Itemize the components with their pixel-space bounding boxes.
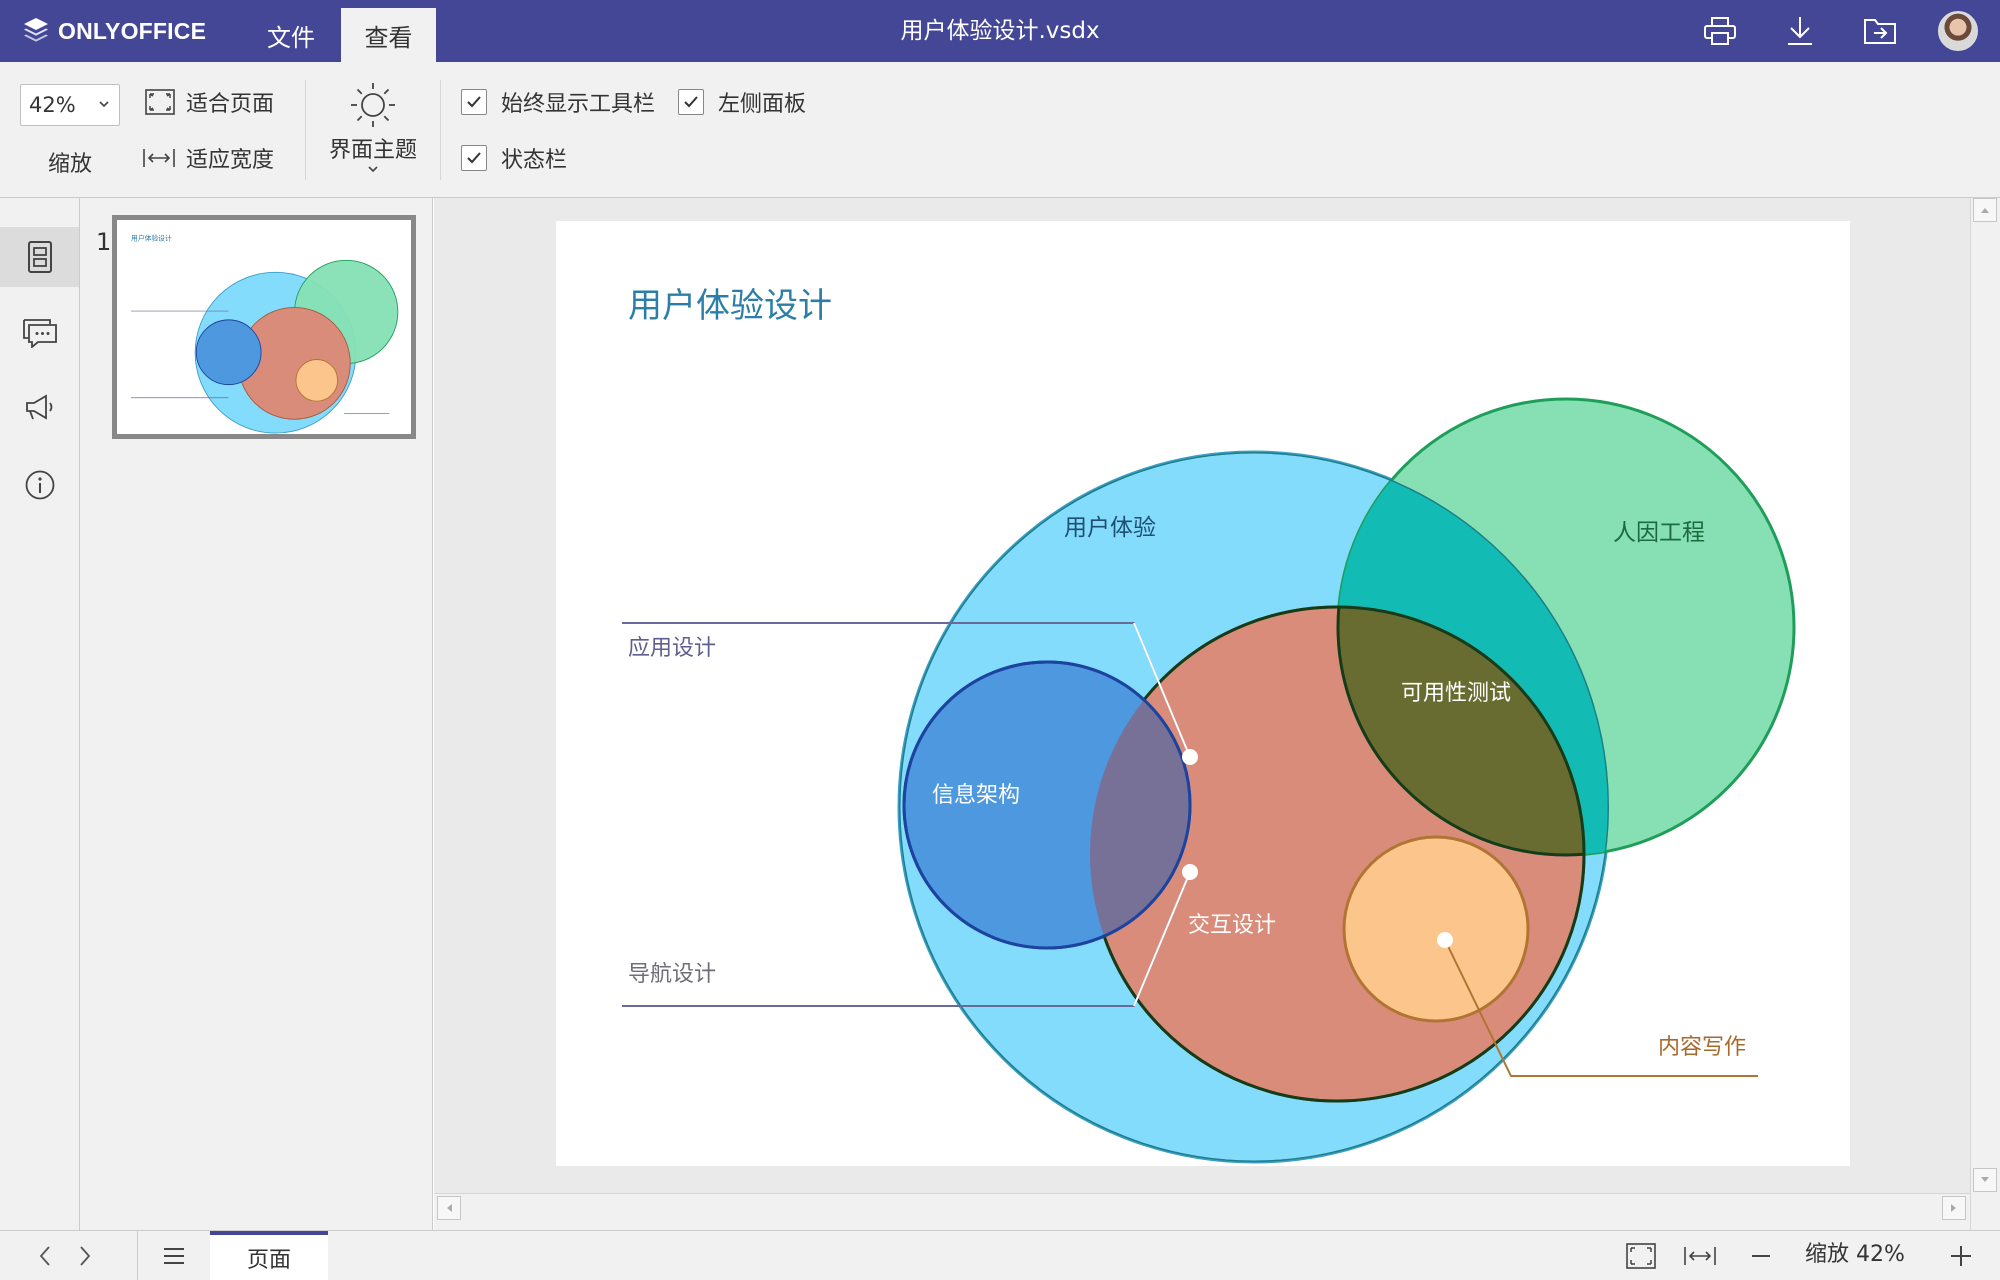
nav-design-dot — [1182, 864, 1198, 880]
human-factors-label: 人因工程 — [1613, 520, 1705, 546]
fit-page-button[interactable]: 适合页面 — [144, 84, 274, 120]
horizontal-scrollbar[interactable] — [434, 1193, 1970, 1230]
diagram-page[interactable]: 用户体验设计 用户体验 人因工程 可用性测试 信息架构 交互设计 应用设计 导航… — [556, 221, 1850, 1166]
interface-theme-label: 界面主题 — [328, 138, 417, 163]
zoom-select[interactable]: 42% — [20, 84, 120, 126]
next-page-button[interactable] — [68, 1239, 102, 1273]
scroll-left-button[interactable] — [437, 1196, 461, 1220]
zoom-label: 缩放 — [48, 152, 93, 177]
status-fit-page-button[interactable] — [1622, 1239, 1660, 1273]
diagram-title: 用户体验设计 — [628, 286, 832, 326]
always-show-toolbar-label: 始终显示工具栏 — [501, 92, 656, 117]
status-fit-width-button[interactable] — [1680, 1239, 1720, 1273]
scroll-down-button[interactable] — [1973, 1168, 1997, 1192]
chevron-left-icon — [39, 1246, 50, 1266]
interface-theme-button[interactable]: 界面主题 — [320, 80, 426, 190]
triangle-left-icon — [447, 1204, 452, 1212]
page-tab[interactable]: 页面 — [210, 1231, 328, 1280]
zoom-level-text: 缩放 42% — [1805, 1242, 1905, 1267]
app-design-label: 应用设计 — [628, 636, 716, 661]
sun-icon — [351, 83, 395, 127]
checkbox-box[interactable] — [461, 89, 487, 115]
left-panel-label: 左侧面板 — [718, 92, 807, 117]
thumbnail-diagram: 用户体验设计 — [131, 233, 399, 434]
interaction-label: 交互设计 — [1188, 913, 1276, 938]
toolbar-separator — [440, 80, 441, 180]
comments-icon — [22, 319, 57, 348]
content-writing-circle — [1342, 835, 1530, 1023]
open-location-button[interactable] — [1861, 13, 1899, 49]
comments-panel-button[interactable] — [0, 303, 79, 363]
pages-icon — [27, 241, 52, 273]
fit-width-label: 适应宽度 — [186, 148, 275, 173]
left-rail — [0, 198, 80, 1230]
left-panel-checkbox[interactable]: 左侧面板 — [678, 86, 806, 118]
logo-text: ONLYOFFICE — [58, 17, 207, 44]
fit-width-icon — [1684, 1247, 1716, 1265]
ux-label: 用户体验 — [1064, 515, 1156, 541]
statusbar-separator — [137, 1231, 138, 1280]
plus-icon — [1951, 1246, 1971, 1266]
fit-page-icon — [145, 89, 175, 115]
user-avatar[interactable] — [1938, 11, 1978, 51]
triangle-up-icon — [1981, 208, 1989, 213]
thumbnail-title: 用户体验设计 — [131, 233, 172, 242]
title-bar: ONLYOFFICE 文件 查看 用户体验设计.vsdx — [0, 0, 2000, 62]
fit-page-icon — [1626, 1243, 1656, 1269]
tab-file[interactable]: 文件 — [246, 8, 336, 62]
status-bar: 页面 缩放 42% — [0, 1230, 2000, 1280]
print-button[interactable] — [1701, 13, 1739, 49]
scroll-right-button[interactable] — [1942, 1196, 1966, 1220]
page-thumbnail[interactable]: 用户体验设计 — [112, 215, 416, 439]
triangle-down-icon — [1981, 1177, 1989, 1182]
open-folder-icon — [1864, 19, 1896, 44]
thumbnail-page-number: 1 — [96, 228, 112, 256]
status-bar-checkbox[interactable]: 状态栏 — [461, 142, 567, 174]
triangle-right-icon — [1951, 1204, 1956, 1212]
fit-page-label: 适合页面 — [186, 92, 275, 117]
view-toolbar: 42% 缩放 适合页面 适应宽度 界面主题 始终显示工具栏 左侧面板 状态栏 — [0, 62, 2000, 198]
chevron-right-icon — [80, 1246, 91, 1266]
onlyoffice-layers-icon — [24, 18, 48, 42]
info-panel-button[interactable] — [0, 455, 79, 515]
checkbox-box[interactable] — [678, 89, 704, 115]
chevron-down-icon — [99, 101, 109, 108]
scroll-up-button[interactable] — [1973, 198, 1997, 222]
onlyoffice-logo: ONLYOFFICE — [22, 14, 206, 48]
zoom-in-button[interactable] — [1944, 1239, 1978, 1273]
tab-view[interactable]: 查看 — [341, 8, 436, 62]
zoom-out-button[interactable] — [1744, 1239, 1778, 1273]
print-icon — [1704, 17, 1736, 45]
fit-width-icon — [143, 149, 175, 167]
checkmark-icon — [467, 152, 481, 164]
venn-diagram: 用户体验设计 用户体验 人因工程 可用性测试 信息架构 交互设计 应用设计 导航… — [622, 286, 1796, 1164]
always-show-toolbar-checkbox[interactable]: 始终显示工具栏 — [461, 86, 655, 118]
list-icon — [164, 1248, 184, 1264]
download-button[interactable] — [1781, 13, 1819, 49]
pages-panel-button[interactable] — [0, 227, 79, 287]
nav-design-label: 导航设计 — [628, 962, 716, 987]
checkmark-icon — [467, 96, 481, 108]
checkmark-icon — [684, 96, 698, 108]
info-arch-label: 信息架构 — [932, 783, 1020, 808]
page-list-button[interactable] — [156, 1239, 192, 1273]
content-writing-dot — [1437, 932, 1453, 948]
zoom-select-value: 42% — [29, 93, 76, 117]
megaphone-icon — [25, 394, 52, 420]
fit-width-button[interactable]: 适应宽度 — [142, 140, 274, 176]
prev-page-button[interactable] — [28, 1239, 62, 1273]
toolbar-separator — [305, 80, 306, 180]
info-icon — [25, 470, 54, 500]
status-bar-label: 状态栏 — [501, 148, 568, 173]
content-writing-label: 内容写作 — [1658, 1035, 1746, 1060]
feedback-panel-button[interactable] — [0, 377, 79, 437]
app-design-dot — [1182, 749, 1198, 765]
usability-label: 可用性测试 — [1401, 681, 1511, 706]
download-icon — [1788, 17, 1812, 45]
vertical-scrollbar[interactable] — [1970, 198, 2000, 1230]
chevron-down-icon — [368, 166, 378, 173]
minus-icon — [1752, 1255, 1770, 1257]
checkbox-box[interactable] — [461, 145, 487, 171]
